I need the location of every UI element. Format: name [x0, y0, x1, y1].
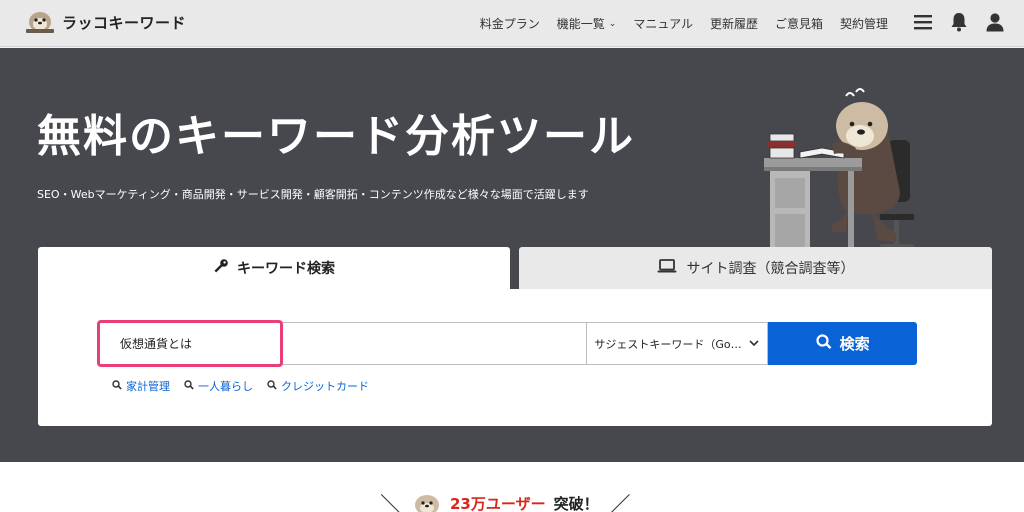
tab-site-research[interactable]: サイト調査（競合調査等）	[519, 247, 992, 289]
search-type-select[interactable]: サジェストキーワード（Google）	[586, 322, 769, 365]
nav-pricing[interactable]: 料金プラン	[480, 15, 540, 32]
nav-feedback-label: ご意見箱	[774, 17, 823, 31]
otter-mascot-icon	[412, 491, 442, 512]
search-icon	[184, 379, 194, 393]
hero-title: 無料のキーワード分析ツール	[37, 111, 635, 162]
otter-logo-icon	[24, 9, 56, 35]
key-icon	[213, 258, 229, 278]
suggest-link[interactable]: クレジットカード	[267, 378, 369, 394]
tab-keyword-search[interactable]: キーワード検索	[38, 247, 510, 289]
nav-contract[interactable]: 契約管理	[840, 15, 888, 32]
banner-row: ＼ 23万ユーザー 突破！ ／	[380, 486, 631, 512]
nav-manual[interactable]: マニュアル	[633, 15, 693, 32]
header: ラッコキーワード 料金プラン 機能一覧 ⌄ マニュアル 更新履歴 ご意見箱 契約管…	[0, 0, 1024, 47]
menu-icon[interactable]	[914, 12, 932, 32]
search-button[interactable]: 検索	[768, 322, 917, 365]
search-icon	[815, 333, 832, 354]
user-icon[interactable]	[986, 12, 1004, 32]
header-icons	[914, 12, 1004, 32]
slash-decoration: ／	[606, 492, 631, 512]
banner-milestone-text: 突破！	[553, 495, 599, 512]
logo-text: ラッコキーワード	[62, 13, 187, 32]
suggest-link[interactable]: 一人暮らし	[184, 378, 253, 394]
user-count-banner: ＼ 23万ユーザー 突破！ ／	[0, 462, 1024, 512]
chevron-down-icon	[749, 337, 759, 350]
search-icon	[267, 379, 277, 393]
nav-changelog[interactable]: 更新履歴	[710, 15, 758, 32]
nav-features[interactable]: 機能一覧 ⌄	[557, 15, 617, 32]
nav-feedback[interactable]: ご意見箱	[775, 15, 823, 32]
search-button-label: 検索	[839, 335, 870, 353]
banner-user-count: 23万ユーザー	[450, 495, 546, 512]
tab-site-research-label: サイト調査（競合調査等）	[686, 261, 855, 277]
otter-desk-illustration	[760, 82, 930, 272]
search-row: サジェストキーワード（Google） 検索	[97, 322, 917, 365]
slash-decoration: ＼	[380, 492, 404, 512]
nav-contract-label: 契約管理	[839, 17, 888, 31]
main-nav: 料金プラン 機能一覧 ⌄ マニュアル 更新履歴 ご意見箱 契約管理	[480, 15, 888, 32]
nav-manual-label: マニュアル	[633, 17, 693, 31]
search-type-select-value: サジェストキーワード（Google）	[594, 337, 742, 351]
suggested-keywords: 家計管理 一人暮らし クレジットカード	[112, 378, 369, 394]
hero-subtitle: SEO・Webマーケティング・商品開発・サービス開発・顧客開拓・コンテンツ作成な…	[37, 188, 589, 201]
tab-keyword-search-label: キーワード検索	[237, 261, 335, 277]
nav-pricing-label: 料金プラン	[479, 17, 540, 31]
search-icon	[112, 379, 122, 393]
nav-changelog-label: 更新履歴	[709, 17, 758, 31]
suggest-link-label: 一人暮らし	[198, 380, 253, 393]
suggest-link[interactable]: 家計管理	[112, 378, 170, 394]
search-panel: サジェストキーワード（Google） 検索 家計管理 一人暮らし	[38, 289, 992, 426]
laptop-icon	[657, 259, 677, 277]
keyword-search-input[interactable]	[97, 322, 587, 365]
suggest-link-label: 家計管理	[126, 380, 170, 393]
suggest-link-label: クレジットカード	[281, 380, 369, 393]
nav-features-label: 機能一覧	[556, 17, 605, 31]
logo[interactable]: ラッコキーワード	[24, 9, 186, 35]
chevron-down-icon: ⌄	[608, 18, 617, 29]
bell-icon[interactable]	[950, 12, 968, 32]
hero: 無料のキーワード分析ツール SEO・Webマーケティング・商品開発・サービス開発…	[0, 48, 1024, 462]
